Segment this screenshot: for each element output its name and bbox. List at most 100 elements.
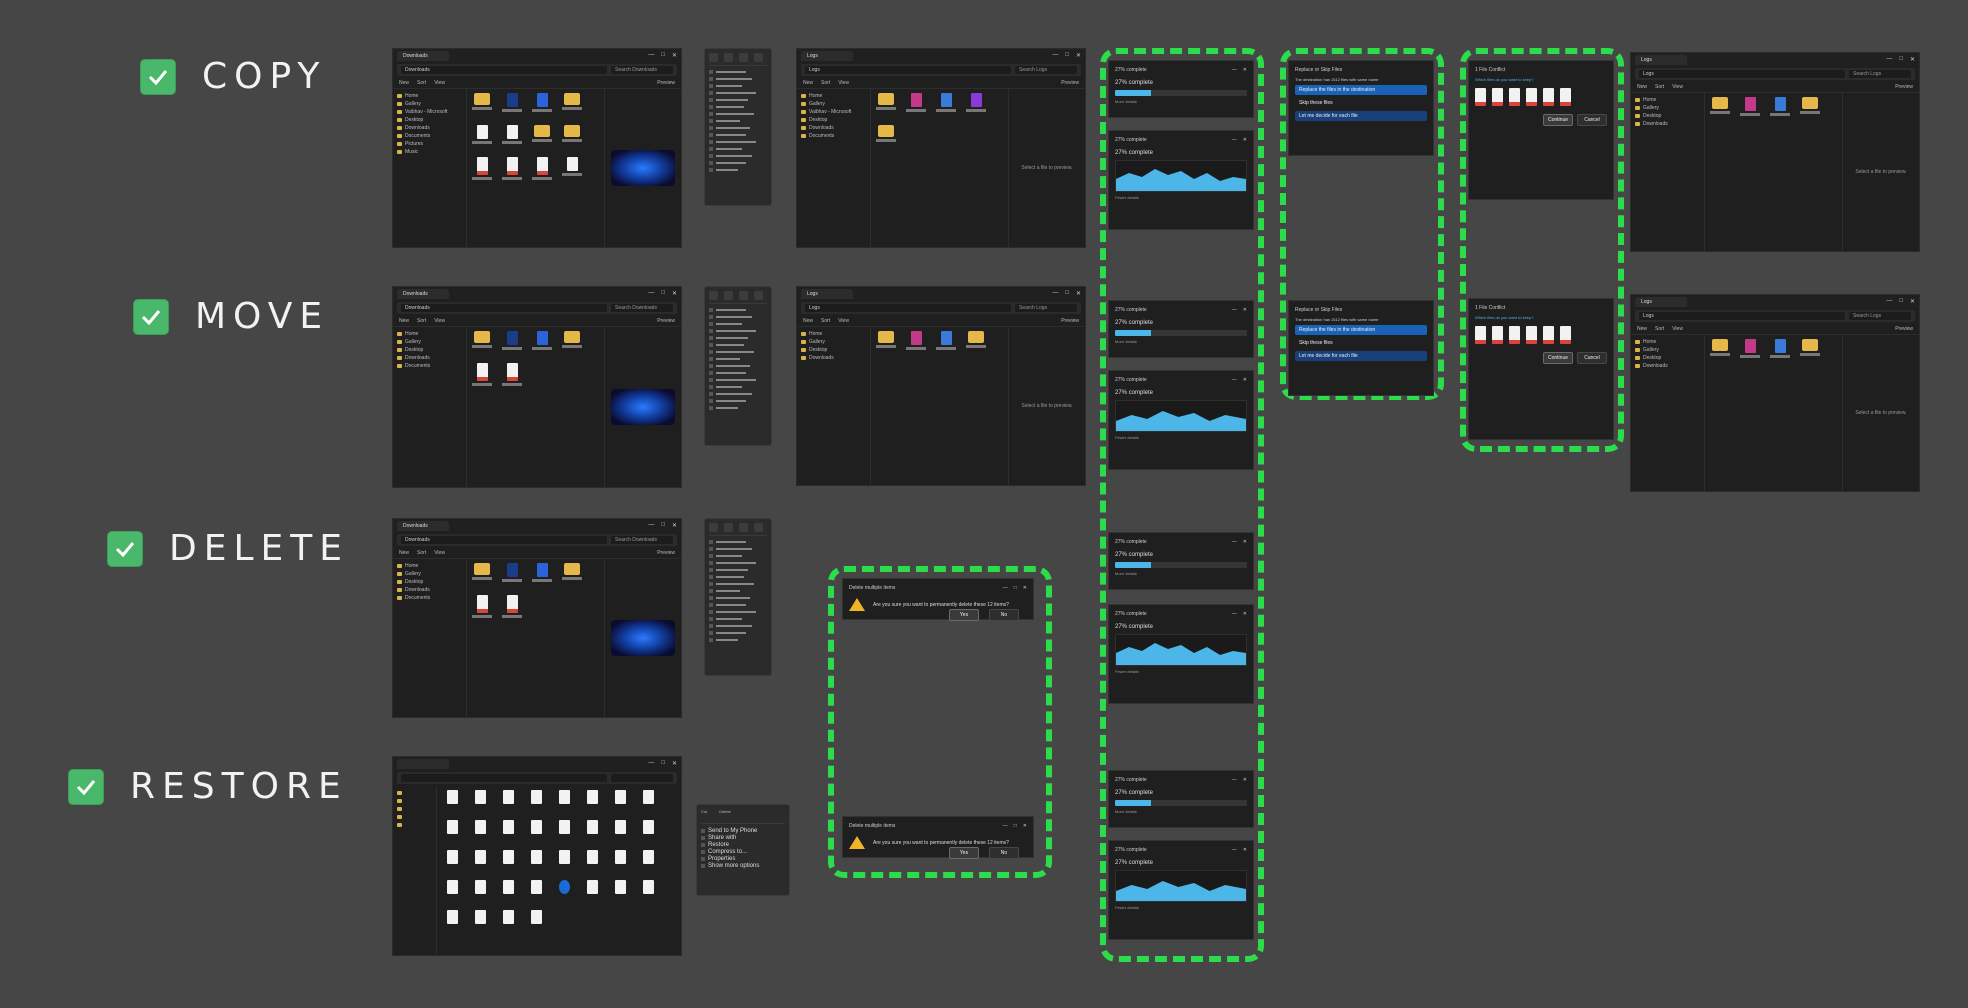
address-field[interactable]: Logs — [805, 66, 1011, 74]
menu-item[interactable] — [709, 390, 767, 397]
yes-button[interactable]: Yes — [949, 609, 979, 621]
list-item[interactable] — [531, 125, 553, 149]
menu-item[interactable] — [709, 615, 767, 622]
menu-item[interactable] — [709, 124, 767, 131]
list-item[interactable] — [561, 125, 583, 149]
view-button[interactable]: View — [434, 80, 445, 86]
sidebar-item[interactable]: Downloads — [397, 124, 462, 132]
menu-item[interactable] — [709, 341, 767, 348]
menu-item[interactable] — [709, 348, 767, 355]
menu-item-share-with[interactable]: Share with — [701, 834, 785, 841]
yes-button[interactable]: Yes — [949, 847, 979, 859]
list-item[interactable] — [501, 125, 523, 149]
address-field[interactable]: Downloads — [401, 66, 607, 74]
menu-item[interactable] — [709, 306, 767, 313]
menu-item[interactable] — [709, 580, 767, 587]
menu-item[interactable] — [709, 320, 767, 327]
sidebar-item[interactable]: Gallery — [397, 100, 462, 108]
menu-item[interactable] — [709, 383, 767, 390]
menu-item[interactable] — [709, 559, 767, 566]
menu-item-compress[interactable]: Compress to... — [701, 848, 785, 855]
replace-option[interactable]: Replace the files in the destination — [1295, 325, 1427, 335]
sidebar-item[interactable]: Music — [397, 148, 462, 156]
list-item[interactable] — [561, 93, 583, 117]
menu-item[interactable] — [709, 587, 767, 594]
sort-button[interactable]: Sort — [417, 80, 426, 86]
fewer-details-link[interactable]: Fewer details — [1115, 905, 1247, 910]
sort-button[interactable]: Sort — [821, 80, 830, 86]
list-item[interactable] — [501, 157, 523, 181]
sidebar-item[interactable]: Downloads — [801, 124, 866, 132]
menu-item[interactable] — [709, 566, 767, 573]
menu-item[interactable] — [709, 622, 767, 629]
menu-item-send-to-phone[interactable]: Send to My Phone — [701, 827, 785, 834]
list-item[interactable] — [501, 93, 523, 117]
window-controls[interactable]: — □ ✕ — [1052, 52, 1081, 59]
search-input[interactable]: Search Downloads — [611, 66, 673, 74]
list-item[interactable] — [905, 93, 927, 117]
list-item[interactable] — [531, 157, 553, 181]
continue-button[interactable]: Continue — [1543, 114, 1573, 126]
menu-item[interactable] — [709, 552, 767, 559]
fewer-details-link[interactable]: Fewer details — [1115, 195, 1247, 200]
menu-item[interactable] — [709, 334, 767, 341]
sidebar-item[interactable]: Desktop — [801, 116, 866, 124]
menu-item[interactable] — [709, 355, 767, 362]
tab-downloads[interactable]: Downloads — [397, 50, 449, 61]
menu-item[interactable] — [709, 313, 767, 320]
menu-item[interactable] — [709, 131, 767, 138]
fewer-details-link[interactable]: Fewer details — [1115, 669, 1247, 674]
tab-recycle-bin[interactable] — [397, 758, 449, 769]
menu-item[interactable] — [709, 601, 767, 608]
menu-item[interactable] — [709, 376, 767, 383]
menu-item-properties[interactable]: Properties — [701, 855, 785, 862]
sidebar-item[interactable]: Vaibhav - Microsoft — [397, 108, 462, 116]
continue-button[interactable]: Continue — [1543, 352, 1573, 364]
menu-item[interactable] — [709, 545, 767, 552]
tab-logs[interactable]: Logs — [801, 50, 853, 61]
menu-item[interactable] — [709, 594, 767, 601]
menu-item-show-more[interactable]: Show more options — [701, 862, 785, 869]
no-button[interactable]: No — [989, 847, 1019, 859]
list-item[interactable] — [875, 125, 897, 149]
list-item[interactable] — [471, 125, 493, 149]
skip-option[interactable]: Skip these files — [1295, 98, 1427, 108]
menu-item[interactable] — [709, 327, 767, 334]
decide-option[interactable]: Let me decide for each file — [1295, 351, 1427, 361]
replace-option[interactable]: Replace the files in the destination — [1295, 85, 1427, 95]
list-item[interactable] — [935, 93, 957, 117]
decide-option[interactable]: Let me decide for each file — [1295, 111, 1427, 121]
cancel-button[interactable]: Cancel — [1577, 114, 1607, 126]
menu-item[interactable] — [709, 629, 767, 636]
menu-item[interactable] — [709, 166, 767, 173]
delete-button[interactable]: Delete — [719, 809, 731, 823]
list-item[interactable] — [471, 93, 493, 117]
menu-item[interactable] — [709, 573, 767, 580]
sidebar-item[interactable]: Documents — [397, 132, 462, 140]
list-item[interactable] — [875, 93, 897, 117]
more-details-link[interactable]: More details — [1115, 809, 1247, 814]
menu-item[interactable] — [709, 145, 767, 152]
cancel-button[interactable]: Cancel — [1577, 352, 1607, 364]
more-details-link[interactable]: More details — [1115, 339, 1247, 344]
preview-button[interactable]: Preview — [657, 80, 675, 86]
menu-item[interactable] — [709, 138, 767, 145]
list-item[interactable] — [965, 93, 987, 117]
list-item[interactable] — [531, 93, 553, 117]
menu-item[interactable] — [709, 608, 767, 615]
sidebar-item[interactable]: Home — [801, 92, 866, 100]
menu-item[interactable] — [709, 369, 767, 376]
list-item[interactable] — [561, 157, 583, 181]
search-input[interactable]: Search Logs — [1015, 66, 1077, 74]
menu-item[interactable] — [709, 538, 767, 545]
sidebar-item[interactable]: Home — [397, 92, 462, 100]
menu-item[interactable] — [709, 404, 767, 411]
preview-button[interactable]: Preview — [1061, 80, 1079, 86]
menu-item[interactable] — [709, 397, 767, 404]
menu-item[interactable] — [709, 110, 767, 117]
menu-item[interactable] — [709, 75, 767, 82]
sidebar-item[interactable]: Pictures — [397, 140, 462, 148]
menu-item[interactable] — [709, 89, 767, 96]
sidebar-item[interactable]: Gallery — [801, 100, 866, 108]
menu-item[interactable] — [709, 103, 767, 110]
